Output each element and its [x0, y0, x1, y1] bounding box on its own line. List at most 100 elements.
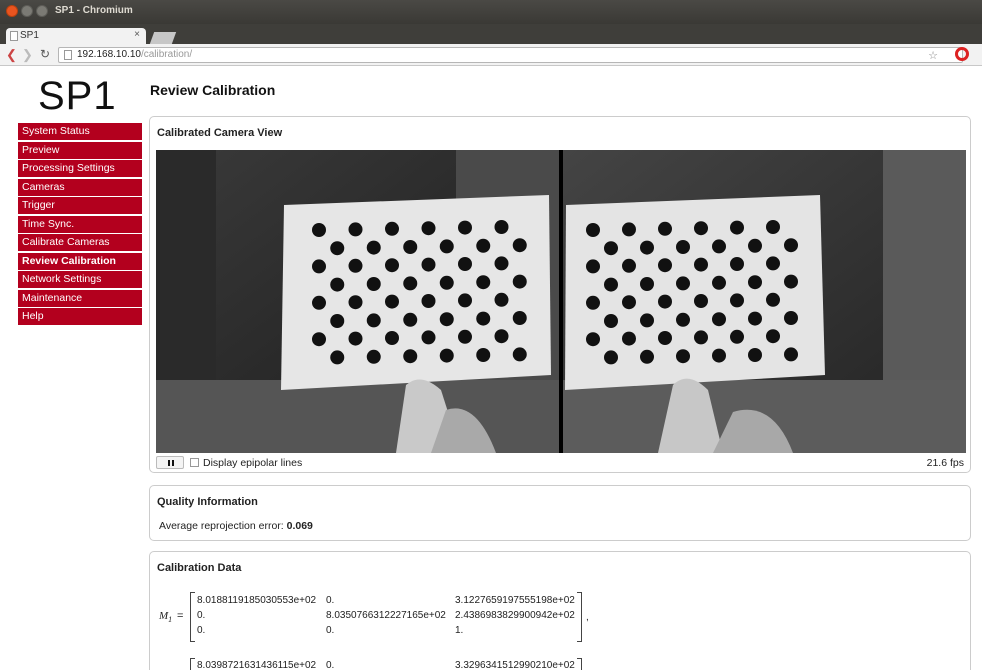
calibration-dot	[730, 257, 744, 271]
calibration-dot	[748, 238, 762, 253]
calibration-dot	[385, 221, 399, 236]
calibration-dot	[784, 274, 798, 289]
calibration-dot	[658, 221, 672, 236]
calibration-dot	[512, 274, 527, 289]
calibration-dot	[348, 258, 363, 273]
menu-item-preview[interactable]: Preview	[18, 141, 142, 159]
calibration-dot	[622, 258, 636, 273]
menu-item-calibrate-cameras[interactable]: Calibrate Cameras	[18, 234, 142, 251]
browser-tab-label: SP1	[20, 30, 39, 41]
menu-item-system-status[interactable]: System Status	[18, 123, 142, 140]
epipolar-checkbox[interactable]	[190, 458, 199, 467]
menu-item-help[interactable]: Help	[18, 308, 142, 325]
matrix-m2-right-bracket	[577, 658, 582, 670]
camera-view-title: Calibrated Camera View	[157, 127, 283, 139]
menu-item-review-calibration[interactable]: Review Calibration	[18, 252, 142, 270]
calibration-dot	[494, 329, 509, 344]
browser-toolbar: ❮ ❯ ↻ 192.168.10.10/calibration/ ☆	[0, 44, 982, 66]
extension-icon[interactable]	[955, 47, 969, 61]
calibration-dot	[512, 238, 527, 253]
calibration-dot	[421, 257, 436, 272]
calibration-dot	[312, 295, 326, 310]
calibration-dot	[512, 311, 527, 325]
right-camera-image	[563, 150, 966, 453]
calibration-dot	[730, 293, 744, 308]
m1-cell-2-2: 1.	[455, 625, 464, 636]
menu-item-processing-settings[interactable]: Processing Settings	[18, 160, 142, 177]
window-title: SP1 - Chromium	[55, 5, 133, 16]
page-favicon-icon	[10, 31, 18, 41]
camera-controls: Display epipolar lines 21.6 fps	[156, 456, 966, 470]
browser-tab[interactable]: SP1 ×	[6, 28, 146, 44]
calibration-dot	[403, 312, 418, 327]
matrix-m1-suffix: ,	[586, 612, 589, 623]
window-titlebar: SP1 - Chromium	[0, 0, 982, 24]
m2-cell-0-0: 8.0398721631436115e+02	[197, 660, 317, 670]
calibration-dot	[476, 311, 491, 326]
calibration-dot	[330, 241, 345, 256]
calibration-dot	[330, 277, 345, 292]
menu-item-maintenance[interactable]: Maintenance	[18, 289, 142, 307]
menu-item-cameras[interactable]: Cameras	[18, 178, 142, 196]
reprojection-label: Average reprojection error:	[159, 520, 284, 532]
tab-strip	[0, 24, 982, 44]
address-bar[interactable]: 192.168.10.10/calibration/ ☆	[58, 47, 963, 63]
menu-item-network-settings[interactable]: Network Settings	[18, 271, 142, 288]
reload-icon[interactable]: ↻	[40, 47, 50, 61]
calibration-dot	[658, 258, 672, 273]
sidebar-menu: System Status Preview Processing Setting…	[18, 123, 142, 327]
address-path: /calibration/	[140, 49, 193, 60]
m1-cell-0-2: 3.1227659197555198e+02	[455, 595, 575, 606]
forward-arrow-icon[interactable]: ❯	[22, 47, 33, 63]
calibration-dot	[766, 256, 780, 271]
calibration-dot	[366, 313, 381, 328]
calibration-dot	[385, 258, 399, 273]
matrix-m1-letter: M	[159, 610, 169, 622]
matrix-m1-label: M1	[159, 610, 172, 624]
calibration-dot	[439, 312, 454, 327]
calibration-dot	[784, 347, 798, 362]
calibration-dot	[586, 295, 600, 310]
bookmark-star-icon[interactable]: ☆	[928, 49, 938, 62]
tab-close-icon[interactable]: ×	[134, 29, 140, 40]
camera-stream	[156, 150, 966, 453]
calibration-dot	[330, 314, 345, 328]
m2-cell-0-1: 0.	[326, 660, 335, 670]
quality-title: Quality Information	[157, 496, 258, 508]
quality-panel: Quality Information Average reprojection…	[149, 485, 971, 541]
calibration-dot	[640, 277, 654, 291]
m1-cell-0-1: 0.	[326, 595, 335, 606]
new-tab-button[interactable]	[149, 32, 177, 44]
calibration-dot	[622, 331, 636, 346]
calibration-dot	[730, 329, 744, 344]
calibration-dot	[586, 223, 600, 237]
calibration-dot	[330, 350, 345, 365]
calibration-dot	[494, 292, 509, 307]
calibration-dot	[458, 220, 472, 235]
calibration-dot	[676, 276, 690, 291]
calibration-dot	[766, 220, 780, 234]
back-arrow-icon[interactable]: ❮	[6, 47, 17, 63]
menu-item-time-sync[interactable]: Time Sync.	[18, 215, 142, 233]
window-minimize-button[interactable]	[21, 5, 33, 17]
matrix-m1-equals: =	[177, 610, 184, 622]
calibration-dot	[403, 276, 418, 291]
pause-button[interactable]	[156, 456, 184, 469]
window-maximize-button[interactable]	[36, 5, 48, 17]
calibration-dot	[604, 241, 618, 256]
calibration-dot	[622, 295, 636, 310]
matrix-m1-left-bracket	[190, 592, 195, 642]
menu-item-trigger[interactable]: Trigger	[18, 197, 142, 214]
calibration-dot	[366, 240, 381, 255]
calibration-dot	[312, 259, 326, 274]
calibration-data-panel: Calibration Data M1 = 8.0188119185030553…	[149, 551, 971, 670]
calibration-dot	[604, 350, 618, 365]
page-icon	[64, 50, 72, 60]
calibration-dot	[458, 293, 472, 308]
page-title: Review Calibration	[150, 82, 276, 98]
m1-cell-1-0: 0.	[197, 610, 206, 621]
calibration-dot	[476, 348, 491, 362]
window-close-button[interactable]	[6, 5, 18, 17]
matrix-m1-right-bracket	[577, 592, 582, 642]
calibration-dot	[694, 221, 708, 236]
